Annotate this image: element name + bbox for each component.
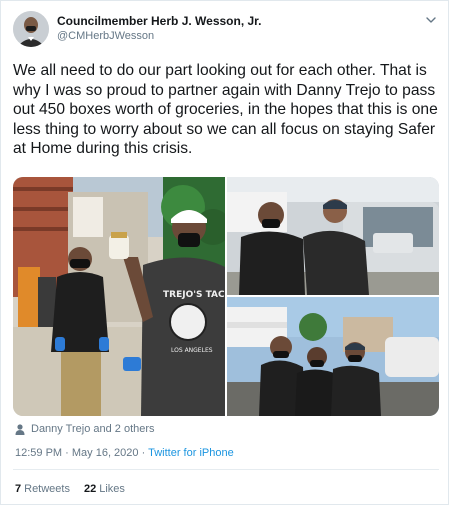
tweet-meta: 12:59 PM · May 16, 2020 · Twitter for iP… [15,447,234,459]
likes-stat[interactable]: 22 Likes [84,483,125,495]
tagged-users[interactable]: Danny Trejo and 2 others [15,422,155,436]
tagged-label: Danny Trejo and 2 others [31,423,155,435]
user-handle[interactable]: @CMHerbJWesson [57,29,262,43]
tweet-card: Councilmember Herb J. Wesson, Jr. @CMHer… [0,0,449,505]
author-names: Councilmember Herb J. Wesson, Jr. @CMHer… [57,14,262,43]
photo-left[interactable]: TREJO'S TACOS LOS ANGELES [13,177,239,416]
tweet-time[interactable]: 12:59 PM [15,447,62,459]
photo-bottom-right[interactable] [227,297,439,416]
retweets-stat[interactable]: 7 Retweets [15,483,70,495]
person-icon [15,423,25,435]
likes-count: 22 [83,483,97,495]
tweet-stats: 7 Retweets 22 Likes [15,483,139,495]
media-grid: TREJO'S TACOS LOS ANGELES [13,177,439,416]
tweet-text: We all need to do our part looking out f… [13,62,438,158]
avatar[interactable] [13,11,49,47]
tweet-date[interactable]: May 16, 2020 [72,447,139,459]
chevron-down-icon[interactable] [424,13,438,27]
divider [13,469,439,470]
likes-label: Likes [99,483,125,495]
tweet-source-link[interactable]: Twitter for iPhone [148,447,234,459]
meta-separator: · [62,447,72,459]
retweets-label: Retweets [24,483,70,495]
photo-top-right[interactable] [227,177,439,295]
display-name[interactable]: Councilmember Herb J. Wesson, Jr. [57,14,262,29]
retweets-count: 7 [15,483,22,495]
profile-photo-icon [13,11,49,47]
meta-separator: · [138,447,149,459]
tweet-header: Councilmember Herb J. Wesson, Jr. @CMHer… [13,11,438,51]
shirt-subtext: LOS ANGELES [171,347,213,354]
